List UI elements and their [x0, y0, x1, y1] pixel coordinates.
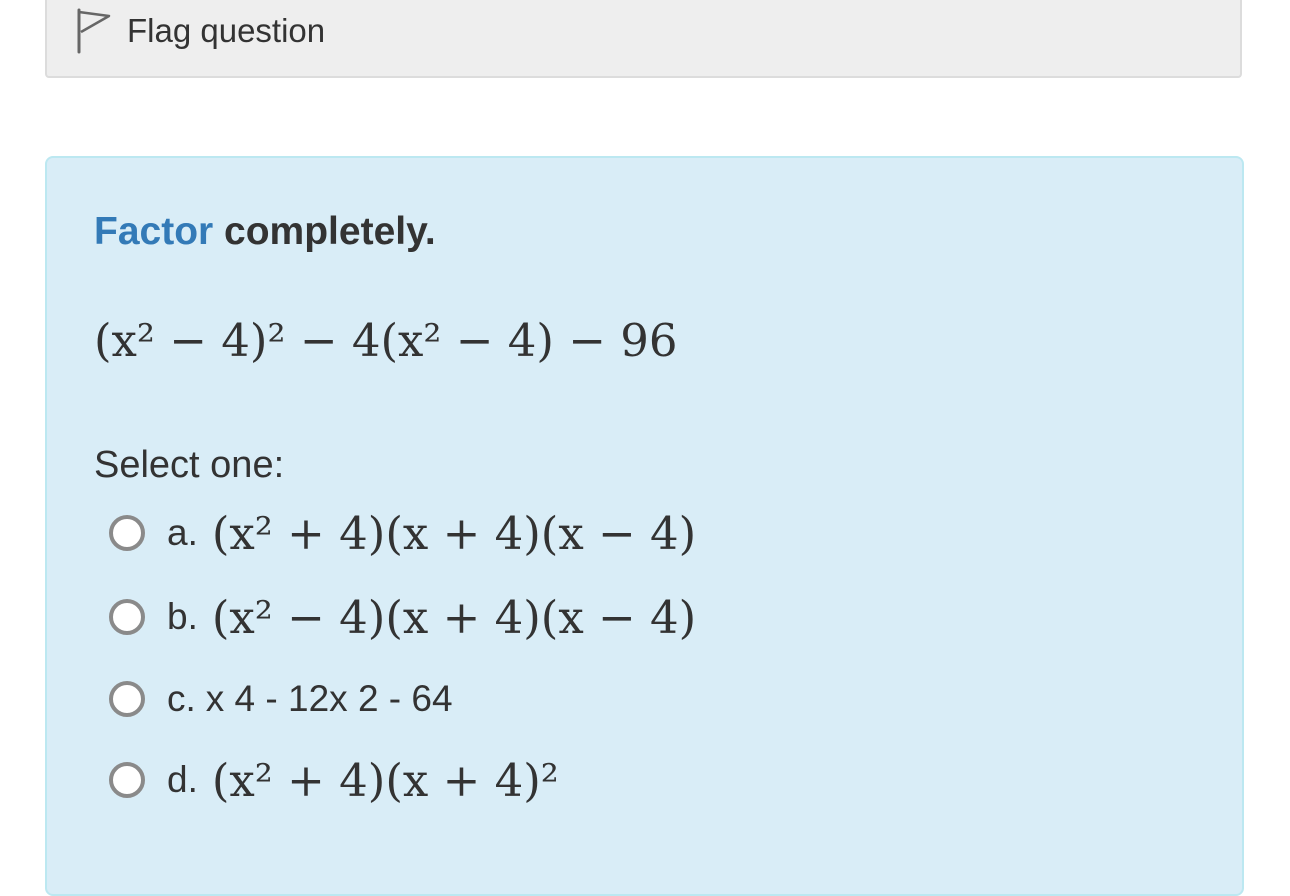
option-b-radio[interactable]: [109, 599, 145, 635]
question-expression: (x² − 4)² − 4(x² − 4) − 96: [94, 314, 678, 367]
option-c-letter: c.: [167, 678, 196, 719]
option-d[interactable]: d. (x² + 4)(x + 4)²: [109, 750, 559, 810]
prompt-keyword: Factor: [94, 210, 214, 253]
select-one-label: Select one:: [94, 444, 285, 486]
option-b-text: (x² − 4)(x + 4)(x − 4): [211, 590, 697, 644]
flag-question-bar: Flag question: [45, 0, 1242, 78]
option-b-letter: b.: [167, 596, 198, 637]
option-c-text: x 4 - 12x 2 - 64: [205, 678, 453, 719]
option-d-text: (x² + 4)(x + 4)²: [211, 753, 559, 807]
flag-question-link[interactable]: Flag question: [127, 12, 325, 50]
option-b[interactable]: b. (x² − 4)(x + 4)(x − 4): [109, 587, 696, 647]
option-c[interactable]: c. x 4 - 12x 2 - 64: [109, 669, 453, 729]
question-panel: Factor completely. (x² − 4)² − 4(x² − 4)…: [45, 156, 1244, 896]
option-d-radio[interactable]: [109, 762, 145, 798]
option-c-radio[interactable]: [109, 681, 145, 717]
question-prompt: Factor completely.: [94, 210, 436, 254]
option-a-letter: a.: [167, 512, 198, 553]
option-a-radio[interactable]: [109, 515, 145, 551]
option-a[interactable]: a. (x² + 4)(x + 4)(x − 4): [109, 503, 696, 563]
option-d-letter: d.: [167, 759, 198, 800]
option-a-text: (x² + 4)(x + 4)(x − 4): [211, 506, 697, 560]
prompt-rest: completely.: [224, 210, 436, 253]
flag-icon[interactable]: [73, 8, 113, 54]
